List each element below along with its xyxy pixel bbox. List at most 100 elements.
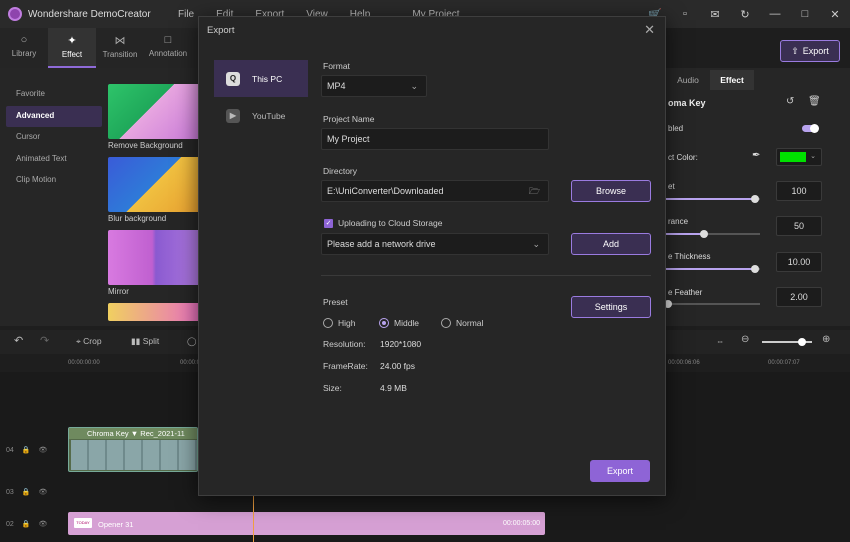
tolerance-slider[interactable] xyxy=(666,230,760,238)
split-button[interactable]: ▮▮ Split xyxy=(131,336,159,347)
network-drive-select[interactable]: Please add a network drive ⌄ xyxy=(321,233,549,255)
export-button-top[interactable]: ⇧ Export xyxy=(780,40,840,62)
clip-name: Opener 31 xyxy=(98,520,134,529)
lock-icon[interactable]: 🔒 xyxy=(22,446,31,454)
redo-icon[interactable]: ↷ xyxy=(40,334,49,347)
settings-button[interactable]: Settings xyxy=(571,296,651,318)
export-dialog: Export ✕ Q This PC ▶ YouTube Format MP4 ⌄ P… xyxy=(198,16,666,496)
remove-background-thumb[interactable] xyxy=(108,84,200,139)
clip-frames xyxy=(71,440,197,470)
feather-value[interactable]: 2.00 xyxy=(776,287,822,307)
eye-icon[interactable]: 👁 xyxy=(39,520,48,528)
tab-audio[interactable]: Audio xyxy=(666,70,710,90)
category-cursor[interactable]: Cursor xyxy=(6,127,102,149)
app-title: Wondershare DemoCreator xyxy=(28,8,151,20)
category-clip-motion[interactable]: Clip Motion xyxy=(6,170,102,192)
thickness-slider[interactable] xyxy=(666,265,760,273)
properties-tabs: Audio Effect xyxy=(666,70,754,90)
add-button[interactable]: Add xyxy=(571,233,651,255)
directory-input[interactable]: E:\UniConverter\Downloaded 🗁 xyxy=(321,180,549,202)
tab-transition[interactable]: ⋈ Transition xyxy=(96,28,144,68)
feather-label: e Feather xyxy=(668,288,703,297)
zoom-in-icon[interactable]: ⊕ xyxy=(822,334,830,345)
thickness-label: e Thickness xyxy=(668,252,711,261)
preset-normal-label[interactable]: Normal xyxy=(456,318,483,328)
pc-icon: Q xyxy=(226,71,240,86)
mail-icon[interactable]: ✉ xyxy=(700,8,730,21)
undo-icon[interactable]: ↶ xyxy=(14,334,23,347)
preset-middle-label[interactable]: Middle xyxy=(394,318,419,328)
minimize-icon[interactable]: — xyxy=(760,8,790,20)
preset-high-radio[interactable] xyxy=(323,318,333,328)
offset-value[interactable]: 100 xyxy=(776,181,822,201)
mirror-thumb[interactable] xyxy=(108,230,200,285)
cloud-checkbox[interactable]: ✓ xyxy=(324,219,333,228)
category-animated-text[interactable]: Animated Text xyxy=(6,149,102,171)
lock-icon[interactable]: 🔒 xyxy=(22,520,31,528)
resolution-value: 1920*1080 xyxy=(380,339,422,349)
effect-title: oma Key xyxy=(668,98,706,108)
category-favorite[interactable]: Favorite xyxy=(6,84,102,106)
crop-button[interactable]: ⌖ Crop xyxy=(76,336,102,347)
cloud-label: Uploading to Cloud Storage xyxy=(338,218,443,228)
refresh-icon[interactable]: ↻ xyxy=(730,8,760,21)
export-targets: Q This PC ▶ YouTube xyxy=(214,60,308,134)
next-effect-thumb[interactable] xyxy=(108,303,200,321)
thickness-fill xyxy=(666,268,756,270)
browse-button[interactable]: Browse xyxy=(571,180,651,202)
export-button[interactable]: Export xyxy=(590,460,650,482)
blur-background-thumb[interactable] xyxy=(108,157,200,212)
tab-effect[interactable]: ✦ Effect xyxy=(48,28,96,68)
eye-icon[interactable]: 👁 xyxy=(39,446,48,454)
preset-high-label[interactable]: High xyxy=(338,318,355,328)
folder-icon[interactable]: 🗁 xyxy=(529,181,540,201)
tolerance-knob[interactable] xyxy=(699,230,708,238)
format-label: Format xyxy=(323,61,350,71)
reset-icon[interactable]: ↺ xyxy=(786,96,794,107)
lock-icon[interactable]: 🔒 xyxy=(22,488,31,496)
tab-library[interactable]: ○ Library xyxy=(0,28,48,68)
format-select[interactable]: MP4 ⌄ xyxy=(321,75,427,97)
project-name-input[interactable]: My Project xyxy=(321,128,549,150)
mark-icon[interactable]: ◯ xyxy=(187,336,197,347)
feather-slider[interactable] xyxy=(663,300,760,308)
offset-fill xyxy=(666,198,756,200)
tab-effect-props[interactable]: Effect xyxy=(710,70,754,90)
target-youtube[interactable]: ▶ YouTube xyxy=(214,97,308,134)
dialog-close-icon[interactable]: ✕ xyxy=(644,22,655,38)
gift-icon[interactable]: ▫ xyxy=(670,8,700,20)
close-icon[interactable]: ✕ xyxy=(820,8,850,21)
export-icon: ⇧ xyxy=(791,45,799,56)
tab-annotation[interactable]: □ Annotation xyxy=(144,28,192,68)
size-label: Size: xyxy=(323,383,342,393)
preset-normal-radio[interactable] xyxy=(441,318,451,328)
delete-icon[interactable]: 🗑 xyxy=(808,96,821,107)
target-this-pc[interactable]: Q This PC xyxy=(214,60,308,97)
preset-middle-radio[interactable] xyxy=(379,318,389,328)
offset-slider[interactable] xyxy=(666,195,760,203)
zoom-knob[interactable] xyxy=(798,338,806,346)
category-advanced[interactable]: Advanced xyxy=(6,105,102,127)
ruler-tick: 00:00:07:07 xyxy=(768,360,800,366)
enabled-label: bled xyxy=(668,124,684,133)
color-swatch[interactable]: ⌄ xyxy=(776,148,822,166)
maximize-icon[interactable]: □ xyxy=(790,8,820,20)
enabled-toggle[interactable] xyxy=(802,124,819,133)
zoom-out-icon[interactable]: ⊖ xyxy=(741,334,749,345)
tolerance-value[interactable]: 50 xyxy=(776,216,822,236)
menu-file[interactable]: File xyxy=(178,9,194,20)
library-icon: ○ xyxy=(20,34,28,46)
eyedropper-icon[interactable]: ✒ xyxy=(752,150,760,161)
eye-icon[interactable]: 👁 xyxy=(39,488,48,496)
fit-icon[interactable]: ⇔ xyxy=(716,336,725,346)
youtube-icon: ▶ xyxy=(226,108,240,123)
chevron-down-icon: ⌄ xyxy=(410,81,418,91)
opener-clip[interactable]: TODAY Opener 31 00:00:05:00 xyxy=(68,512,545,535)
thickness-value[interactable]: 10.00 xyxy=(776,252,822,272)
resolution-label: Resolution: xyxy=(323,339,366,349)
framerate-value: 24.00 fps xyxy=(380,361,415,371)
playhead[interactable] xyxy=(253,494,254,542)
video-clip[interactable]: Chroma Key ▼ Rec_2021-11 xyxy=(68,427,198,472)
ruler-tick: 00:00:06:06 xyxy=(668,360,700,366)
effect-panel: Favorite Advanced Cursor Animated Text C… xyxy=(0,68,200,326)
